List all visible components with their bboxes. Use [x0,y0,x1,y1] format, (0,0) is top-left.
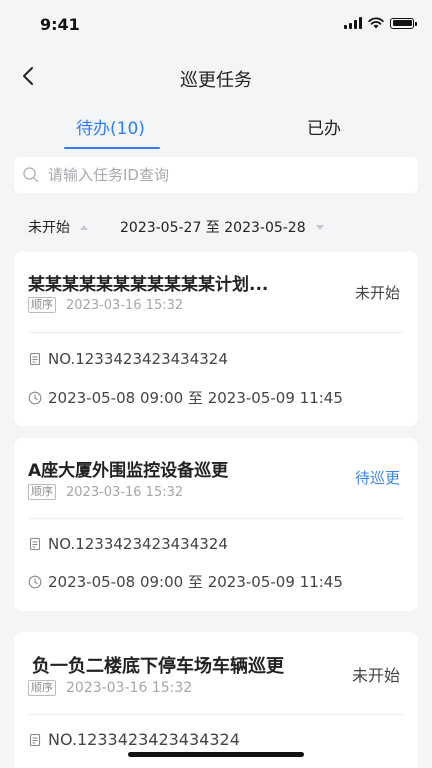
card-divider [28,332,404,333]
cellular-signal-icon [344,17,362,29]
task-status: 未开始 [351,666,400,685]
task-created-time: 2023-03-16 15:32 [66,484,184,500]
task-number-row: NO.1233423423434324 [28,730,240,749]
active-tab-indicator [64,147,160,149]
date-range-label: 2023-05-27 至 2023-05-28 [120,220,306,236]
sort-up-icon [80,224,88,230]
task-number-row: NO.1233423423434324 [28,535,228,553]
task-title: 某某某某某某某某某某某计划... [28,275,269,295]
task-status: 未开始 [354,284,400,302]
task-title: 负一负二楼底下停车场车辆巡更 [32,656,284,677]
task-number: NO.1233423423434324 [48,350,228,368]
page-title: 巡更任务 [180,70,252,91]
nav-bar: 巡更任务 [0,50,432,104]
filter-row: 未开始 2023-05-27 至 2023-05-28 [0,214,432,238]
home-indicator [128,752,304,757]
status-icons [344,17,417,29]
wifi-icon [368,17,384,29]
task-time-range: 2023-05-08 09:00 至 2023-05-09 11:45 [48,573,343,591]
search-input[interactable] [46,165,390,185]
document-icon [28,352,42,366]
tab-todo[interactable]: 待办(10) [76,114,145,139]
task-meta: 顺序 2023-03-16 15:32 [28,680,192,696]
date-range-filter[interactable]: 2023-05-27 至 2023-05-28 [120,217,324,237]
order-tag: 顺序 [28,484,56,500]
task-meta: 顺序 2023-03-16 15:32 [28,297,183,313]
status-filter[interactable]: 未开始 [28,217,88,237]
card-divider [28,714,404,715]
search-bar [14,157,418,193]
document-icon [28,537,42,551]
card-divider [28,518,404,519]
task-time-row: 2023-05-08 09:00 至 2023-05-09 11:45 [28,571,343,592]
task-created-time: 2023-03-16 15:32 [66,297,184,313]
task-card[interactable]: A座大厦外围监控设备巡更 待巡更 顺序 2023-03-16 15:32 NO.… [14,438,418,611]
task-title: A座大厦外围监控设备巡更 [28,461,229,481]
task-meta: 顺序 2023-03-16 15:32 [28,484,183,500]
task-time-range: 2023-05-08 09:00 至 2023-05-09 11:45 [48,389,343,407]
task-card[interactable]: 负一负二楼底下停车场车辆巡更 未开始 顺序 2023-03-16 15:32 N… [14,632,418,768]
task-card[interactable]: 某某某某某某某某某某某计划... 未开始 顺序 2023-03-16 15:32… [14,252,418,426]
clock-icon [28,575,42,589]
task-created-time: 2023-03-16 15:32 [66,680,193,696]
task-time-row: 2023-05-08 09:00 至 2023-05-09 11:45 [28,387,343,408]
dropdown-caret-icon [315,224,324,230]
order-tag: 顺序 [28,297,56,313]
task-number-row: NO.1233423423434324 [28,350,228,368]
order-tag: 顺序 [28,680,56,696]
battery-icon [390,17,417,29]
status-time: 9:41 [40,15,80,34]
task-number: NO.1233423423434324 [48,535,228,553]
status-bar: 9:41 [0,0,432,50]
clock-icon [28,391,42,405]
task-number: NO.1233423423434324 [48,730,240,749]
document-icon [28,733,42,747]
tab-done[interactable]: 已办 [307,114,341,139]
tab-bar: 待办(10) 已办 [0,110,432,156]
search-icon [22,166,40,184]
task-status: 待巡更 [354,469,400,487]
status-filter-label: 未开始 [28,220,70,236]
